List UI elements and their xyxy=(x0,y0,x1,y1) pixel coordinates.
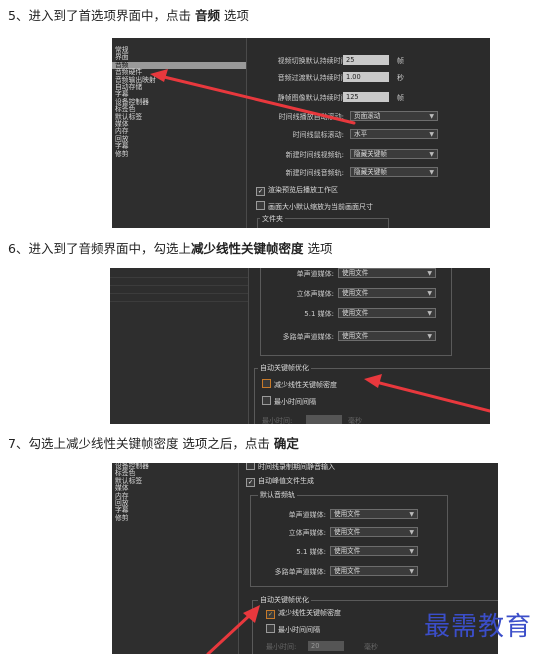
step-6-bold: 减少线性关键帧密度 xyxy=(190,241,304,256)
arrow-shaft xyxy=(158,74,356,125)
red-arrow-2 xyxy=(364,374,490,413)
arrow-shaft xyxy=(206,613,252,654)
step-5-instruction: 5、进入到了首选项界面中，点击 音频 选项 xyxy=(8,8,249,24)
step-6-suffix: 选项 xyxy=(303,241,333,256)
audio-preferences-screenshot-2: 单声道媒体: 使用文件 ▼ 立体声媒体: 使用文件 ▼ 5.1 媒体: 使用文件 ▼ … xyxy=(110,268,490,424)
step-5-text: 5、进入到了首选项界面中，点击 xyxy=(8,8,195,23)
step-6-instruction: 6、进入到了音频界面中，勾选上减少线性关键帧密度 选项 xyxy=(8,241,332,257)
arrow-head xyxy=(150,69,168,82)
step-7-text: 7、勾选上减少线性关键帧密度 选项之后，点击 xyxy=(8,436,274,451)
step-7-bold: 确定 xyxy=(273,436,299,451)
step-5-bold: 音频 xyxy=(194,8,220,23)
step-5-suffix: 选项 xyxy=(219,8,249,23)
preferences-screenshot-1: 常规 界面 音频 音频硬件 音频输出映射 自动存储 字幕 设备控制器 标签色 默认标签 媒体 内存 回放… xyxy=(112,38,490,228)
step-6-text: 6、进入到了音频界面中，勾选上 xyxy=(8,241,191,256)
arrow-shaft xyxy=(374,380,490,413)
arrow-head xyxy=(364,374,382,388)
red-arrow-1 xyxy=(150,69,356,125)
step-7-instruction: 7、勾选上减少线性关键帧密度 选项之后，点击 确定 xyxy=(8,436,299,452)
watermark-logo: 最需教育 xyxy=(424,612,533,642)
